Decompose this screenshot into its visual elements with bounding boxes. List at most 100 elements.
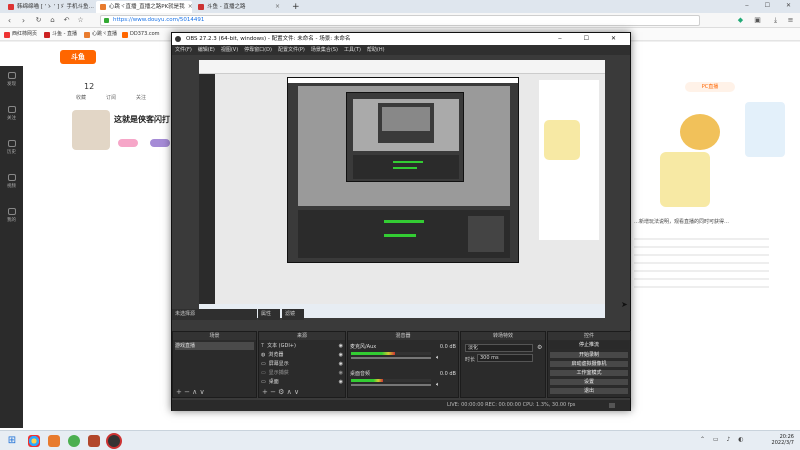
duration-label: 时长	[465, 357, 476, 363]
browser-app-icon[interactable]	[28, 435, 40, 447]
mixer-panel: 混音器 麦克风/Aux 0.0 dB 🔈︎ 桌面音频 0.0 dB 🔈︎	[347, 331, 459, 398]
address-bar[interactable]: https://www.douyu.com/5014491	[100, 15, 700, 26]
source-item[interactable]: T 文本 (GDI+) ◉	[261, 342, 343, 350]
menu-tools[interactable]: 工具(T)	[344, 45, 361, 55]
no-source-selected: 未选择源	[172, 309, 257, 320]
obs-status-bar: LIVE: 00:00:00 REC: 00:00:00 CPU: 1.3%, …	[172, 400, 630, 411]
capture-sidebar	[199, 74, 215, 304]
start-icon[interactable]: ⊞	[6, 435, 18, 447]
undo-icon[interactable]: ↶	[61, 15, 72, 26]
sidebar-item[interactable]: 关注	[3, 106, 20, 121]
obs-window: OBS 27.2.3 (64-bit, windows) - 配置文件: 未命名…	[171, 32, 631, 411]
bookmark-item[interactable]: DD373.com	[122, 30, 160, 39]
close-icon[interactable]: ×	[188, 1, 192, 13]
download-icon[interactable]: ⤓	[770, 15, 781, 26]
menu-edit[interactable]: 编辑(E)	[198, 45, 215, 55]
filters-button[interactable]: 滤镜	[282, 309, 304, 320]
source-item[interactable]: ▭ 屏幕显示 ◉	[261, 360, 343, 368]
app-icon[interactable]	[88, 435, 100, 447]
pc-live-badge[interactable]: PC直播	[685, 82, 735, 92]
display-source-icon: ▭	[261, 361, 266, 367]
back-icon[interactable]: ‹	[4, 15, 15, 26]
taskbar-clock[interactable]: 20:26 2022/3/7	[772, 434, 794, 446]
discover-icon	[7, 72, 16, 79]
duration-input[interactable]: 300 ms	[477, 354, 533, 362]
badge	[118, 139, 138, 147]
new-tab-button[interactable]: +	[288, 1, 300, 13]
volume-slider[interactable]	[351, 384, 431, 386]
studio-mode-button[interactable]: 工作室模式	[549, 369, 629, 377]
sidebar-item[interactable]: 发现	[3, 72, 20, 87]
preview-capture	[199, 60, 605, 318]
obs-logo-icon	[175, 36, 181, 42]
scenes-header: 场景	[173, 332, 256, 340]
home-icon[interactable]: ⌂	[47, 15, 58, 26]
obs-preview[interactable]	[199, 60, 605, 318]
volume-slider[interactable]	[351, 357, 431, 359]
browser-tab[interactable]: 韩绵绵喵 [ ‘ゝ ‘ ]ゞ 手机斗鱼… ×	[4, 1, 94, 13]
settings-button[interactable]: 设置	[549, 378, 629, 386]
menu-view[interactable]: 视图(V)	[221, 45, 238, 55]
chat-app-icon[interactable]	[68, 435, 80, 447]
close-icon[interactable]: ×	[275, 1, 280, 13]
eye-icon[interactable]: ◉	[339, 378, 343, 386]
eye-icon[interactable]: ◉	[339, 369, 343, 377]
side-banner[interactable]	[745, 102, 785, 157]
transition-select[interactable]: 淡化	[465, 344, 533, 352]
stream-health-icon	[609, 403, 615, 408]
reload-icon[interactable]: ↻	[33, 15, 44, 26]
exit-button[interactable]: 退出	[549, 387, 629, 395]
bookmark-item[interactable]: 斗鱼 - 直播	[44, 30, 77, 39]
capture-browser-bar	[199, 60, 605, 74]
scene-item[interactable]: 游戏直播	[175, 342, 254, 350]
status-text: LIVE: 00:00:00 REC: 00:00:00 CPU: 1.3%, …	[447, 402, 576, 408]
browser-tab[interactable]: 斗鱼 - 直播之路 ×	[194, 1, 284, 13]
scene-toolbar[interactable]: + − ∧ ∨	[176, 388, 205, 396]
properties-button[interactable]: 属性	[258, 309, 280, 320]
avatar[interactable]	[72, 110, 110, 150]
source-toolbar[interactable]: + − ⚙ ∧ ∨	[262, 388, 299, 396]
mouse-cursor-icon: ➤	[621, 300, 628, 309]
extension-icon[interactable]: ▣	[752, 15, 763, 26]
window-controls[interactable]: ‒ ☐ ✕	[745, 2, 798, 9]
eye-icon[interactable]: ◉	[339, 342, 343, 350]
bookmark-icon	[44, 31, 50, 38]
game-app-icon[interactable]	[48, 435, 60, 447]
menu-docks[interactable]: 停靠窗口(D)	[244, 45, 272, 55]
bookmark-item[interactable]: 心跳ヾ直播	[84, 30, 117, 39]
capture-mascot	[544, 120, 580, 160]
browser-source-icon: ◍	[261, 352, 266, 358]
speaker-icon[interactable]: 🔈︎	[436, 381, 440, 389]
forward-icon[interactable]: ›	[18, 15, 29, 26]
site-icon	[198, 4, 204, 10]
eye-icon[interactable]: ◉	[339, 351, 343, 359]
sidebar-item[interactable]: 历史	[3, 140, 20, 155]
source-item[interactable]: ◍ 浏览器 ◉	[261, 351, 343, 359]
obs-app-icon[interactable]	[108, 435, 120, 447]
virtual-camera-button[interactable]: 启动虚拟摄像机	[549, 360, 629, 368]
badge	[150, 139, 170, 147]
menu-profile[interactable]: 配置文件(P)	[278, 45, 305, 55]
text-source-icon: T	[261, 343, 265, 349]
gear-icon[interactable]: ⚙	[537, 344, 542, 351]
eye-icon[interactable]: ◉	[339, 360, 343, 368]
source-item[interactable]: ▭ 桌面 ◉	[261, 378, 343, 386]
star-icon[interactable]: ☆	[75, 15, 86, 26]
tray-icons[interactable]: ⌃ ▭ ♪ ◐	[700, 436, 746, 443]
menu-help[interactable]: 帮助(H)	[367, 45, 385, 55]
window-controls[interactable]: ‒ ☐ ✕	[558, 33, 626, 45]
sidebar-item[interactable]: 视频	[3, 174, 20, 189]
browser-tab-active[interactable]: 心跳ヾ直播_直播之路PK就是我 ×	[96, 1, 192, 13]
menu-file[interactable]: 文件(F)	[175, 45, 192, 55]
sidebar-item[interactable]: 我的	[3, 208, 20, 223]
source-item[interactable]: ▭ 显示捕获 ◉	[261, 369, 343, 377]
bookmark-item[interactable]: 西红柿网页	[4, 30, 37, 39]
controls-header: 控件	[548, 332, 630, 340]
transitions-panel: 转场特效 淡化 ⚙ 时长 300 ms	[460, 331, 546, 398]
stop-streaming-button[interactable]: 停止推流	[549, 341, 629, 349]
menu-scene-collection[interactable]: 场景集合(S)	[311, 45, 338, 55]
start-recording-button[interactable]: 开始录制	[549, 351, 629, 359]
menu-icon[interactable]: ≡	[785, 15, 796, 26]
shield-icon[interactable]: ◆	[735, 15, 746, 26]
speaker-icon[interactable]: 🔈︎	[436, 354, 440, 362]
